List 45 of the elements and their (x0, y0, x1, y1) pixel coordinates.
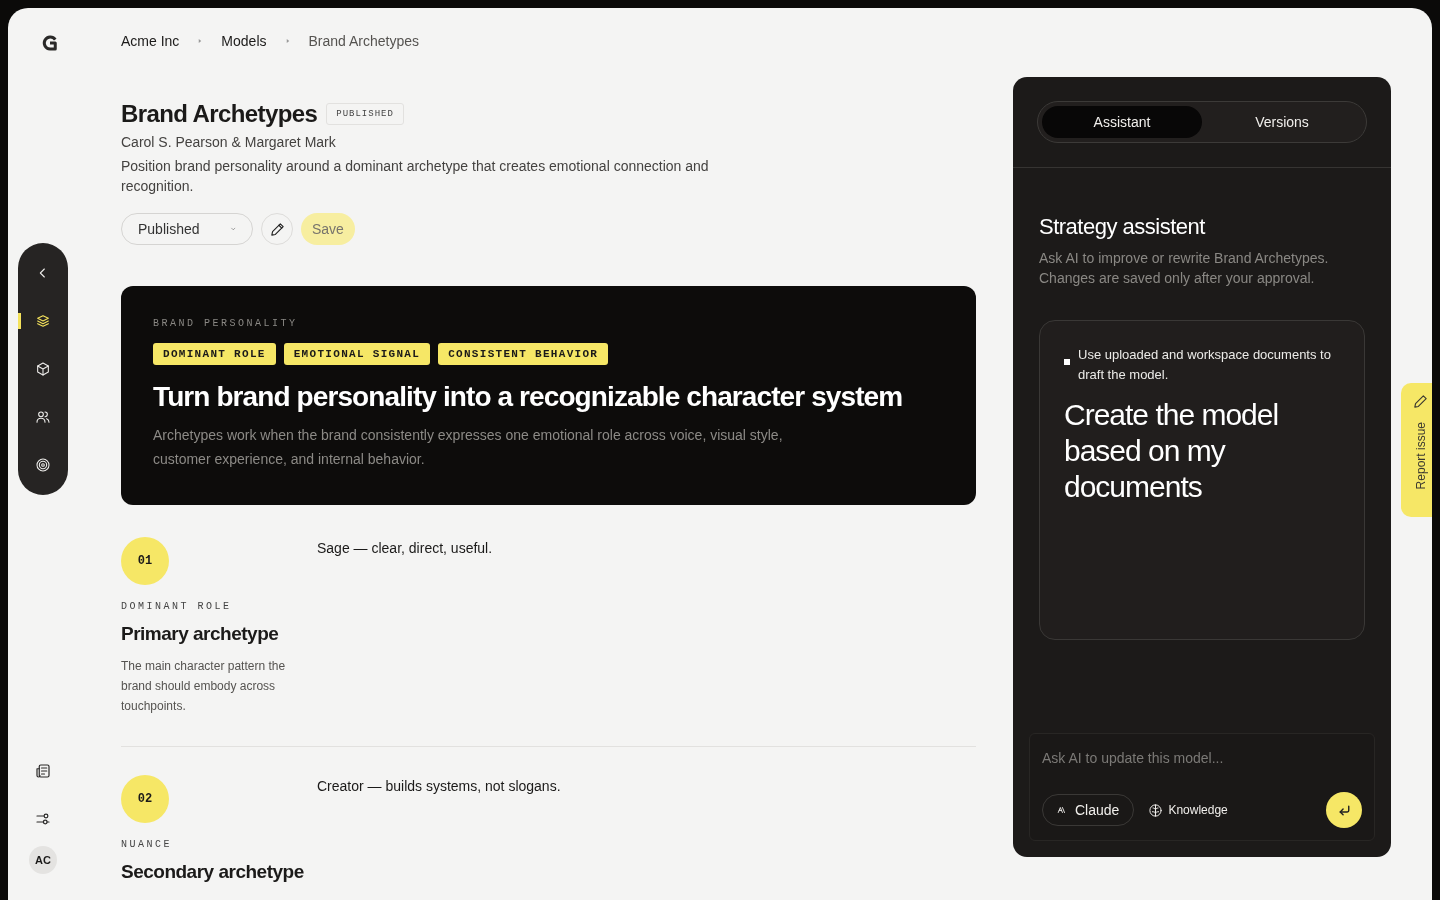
tab[interactable]: Versions (1202, 106, 1362, 138)
eyebrow-label: BRAND PERSONALITY (153, 318, 299, 329)
cube-icon (35, 361, 51, 377)
page-title: Brand Archetypes (121, 100, 318, 128)
user-avatar[interactable]: AC (29, 846, 57, 874)
suggestion-card[interactable]: Use uploaded and workspace documents to draft the model. Create the model based on my documents (1039, 320, 1365, 640)
panel-subtitle: Ask AI to improve or rewrite Brand Archetypes. Changes are saved only after your approval. (1039, 249, 1330, 288)
description-text: Position brand personality around a dominant archetype that creates emotional connection and recognition. (121, 157, 710, 196)
message-input[interactable]: Ask AI to update this model... (1042, 748, 1362, 768)
people-icon (35, 409, 51, 425)
breadcrumb-link[interactable]: Models (221, 33, 267, 49)
report-issue-tab[interactable]: Report issue (1401, 383, 1432, 517)
section-content: Creator — builds systems, not slogans. (317, 777, 561, 796)
panel-title: Strategy assistent (1039, 214, 1207, 240)
newspaper-icon[interactable] (34, 762, 52, 780)
section-description: The main character pattern the brand should embody across touchpoints. (121, 658, 287, 715)
brain-icon (1148, 802, 1164, 818)
status-badge: PUBLISHED (326, 103, 404, 125)
authors-text: Carol S. Pearson & Margaret Mark (121, 134, 337, 150)
save-button[interactable]: Save (301, 213, 355, 245)
hero-text: Archetypes work when the brand consistently expresses one emotional role across voice, visual style, customer experience, and internal behavior. (153, 426, 784, 469)
breadcrumb-link[interactable]: Brand Archetypes (308, 33, 419, 49)
tag: DOMINANT ROLE (153, 343, 276, 365)
layers-icon (35, 313, 51, 329)
suggestion-prompt: Create the model based on my documents (1064, 397, 1279, 505)
pencil-icon (268, 220, 286, 238)
tab[interactable]: Assistant (1042, 106, 1202, 138)
knowledge-button[interactable]: Knowledge (1148, 802, 1228, 818)
target-icon (35, 457, 51, 473)
section-label: NUANCE (121, 839, 173, 850)
section-content: Sage — clear, direct, useful. (317, 539, 493, 558)
send-button[interactable] (1326, 792, 1362, 828)
section-title: Secondary archetype (121, 860, 305, 884)
logo-icon (41, 34, 59, 52)
suggestion-hint: Use uploaded and workspace documents to draft the model. (1078, 346, 1332, 384)
section-title: Primary archetype (121, 622, 280, 646)
pencil-icon (1412, 393, 1429, 410)
tag: CONSISTENT BEHAVIOR (438, 343, 609, 365)
number-badge: 02 (121, 775, 169, 823)
tag: EMOTIONAL SIGNAL (283, 343, 431, 365)
hero-headline: Turn brand personality into a recognizable character system (153, 381, 904, 413)
model-icon (1057, 805, 1067, 815)
section-label: DOMINANT ROLE (121, 601, 233, 612)
number-badge: 01 (121, 537, 169, 585)
breadcrumb-link[interactable]: Acme Inc (121, 33, 180, 49)
